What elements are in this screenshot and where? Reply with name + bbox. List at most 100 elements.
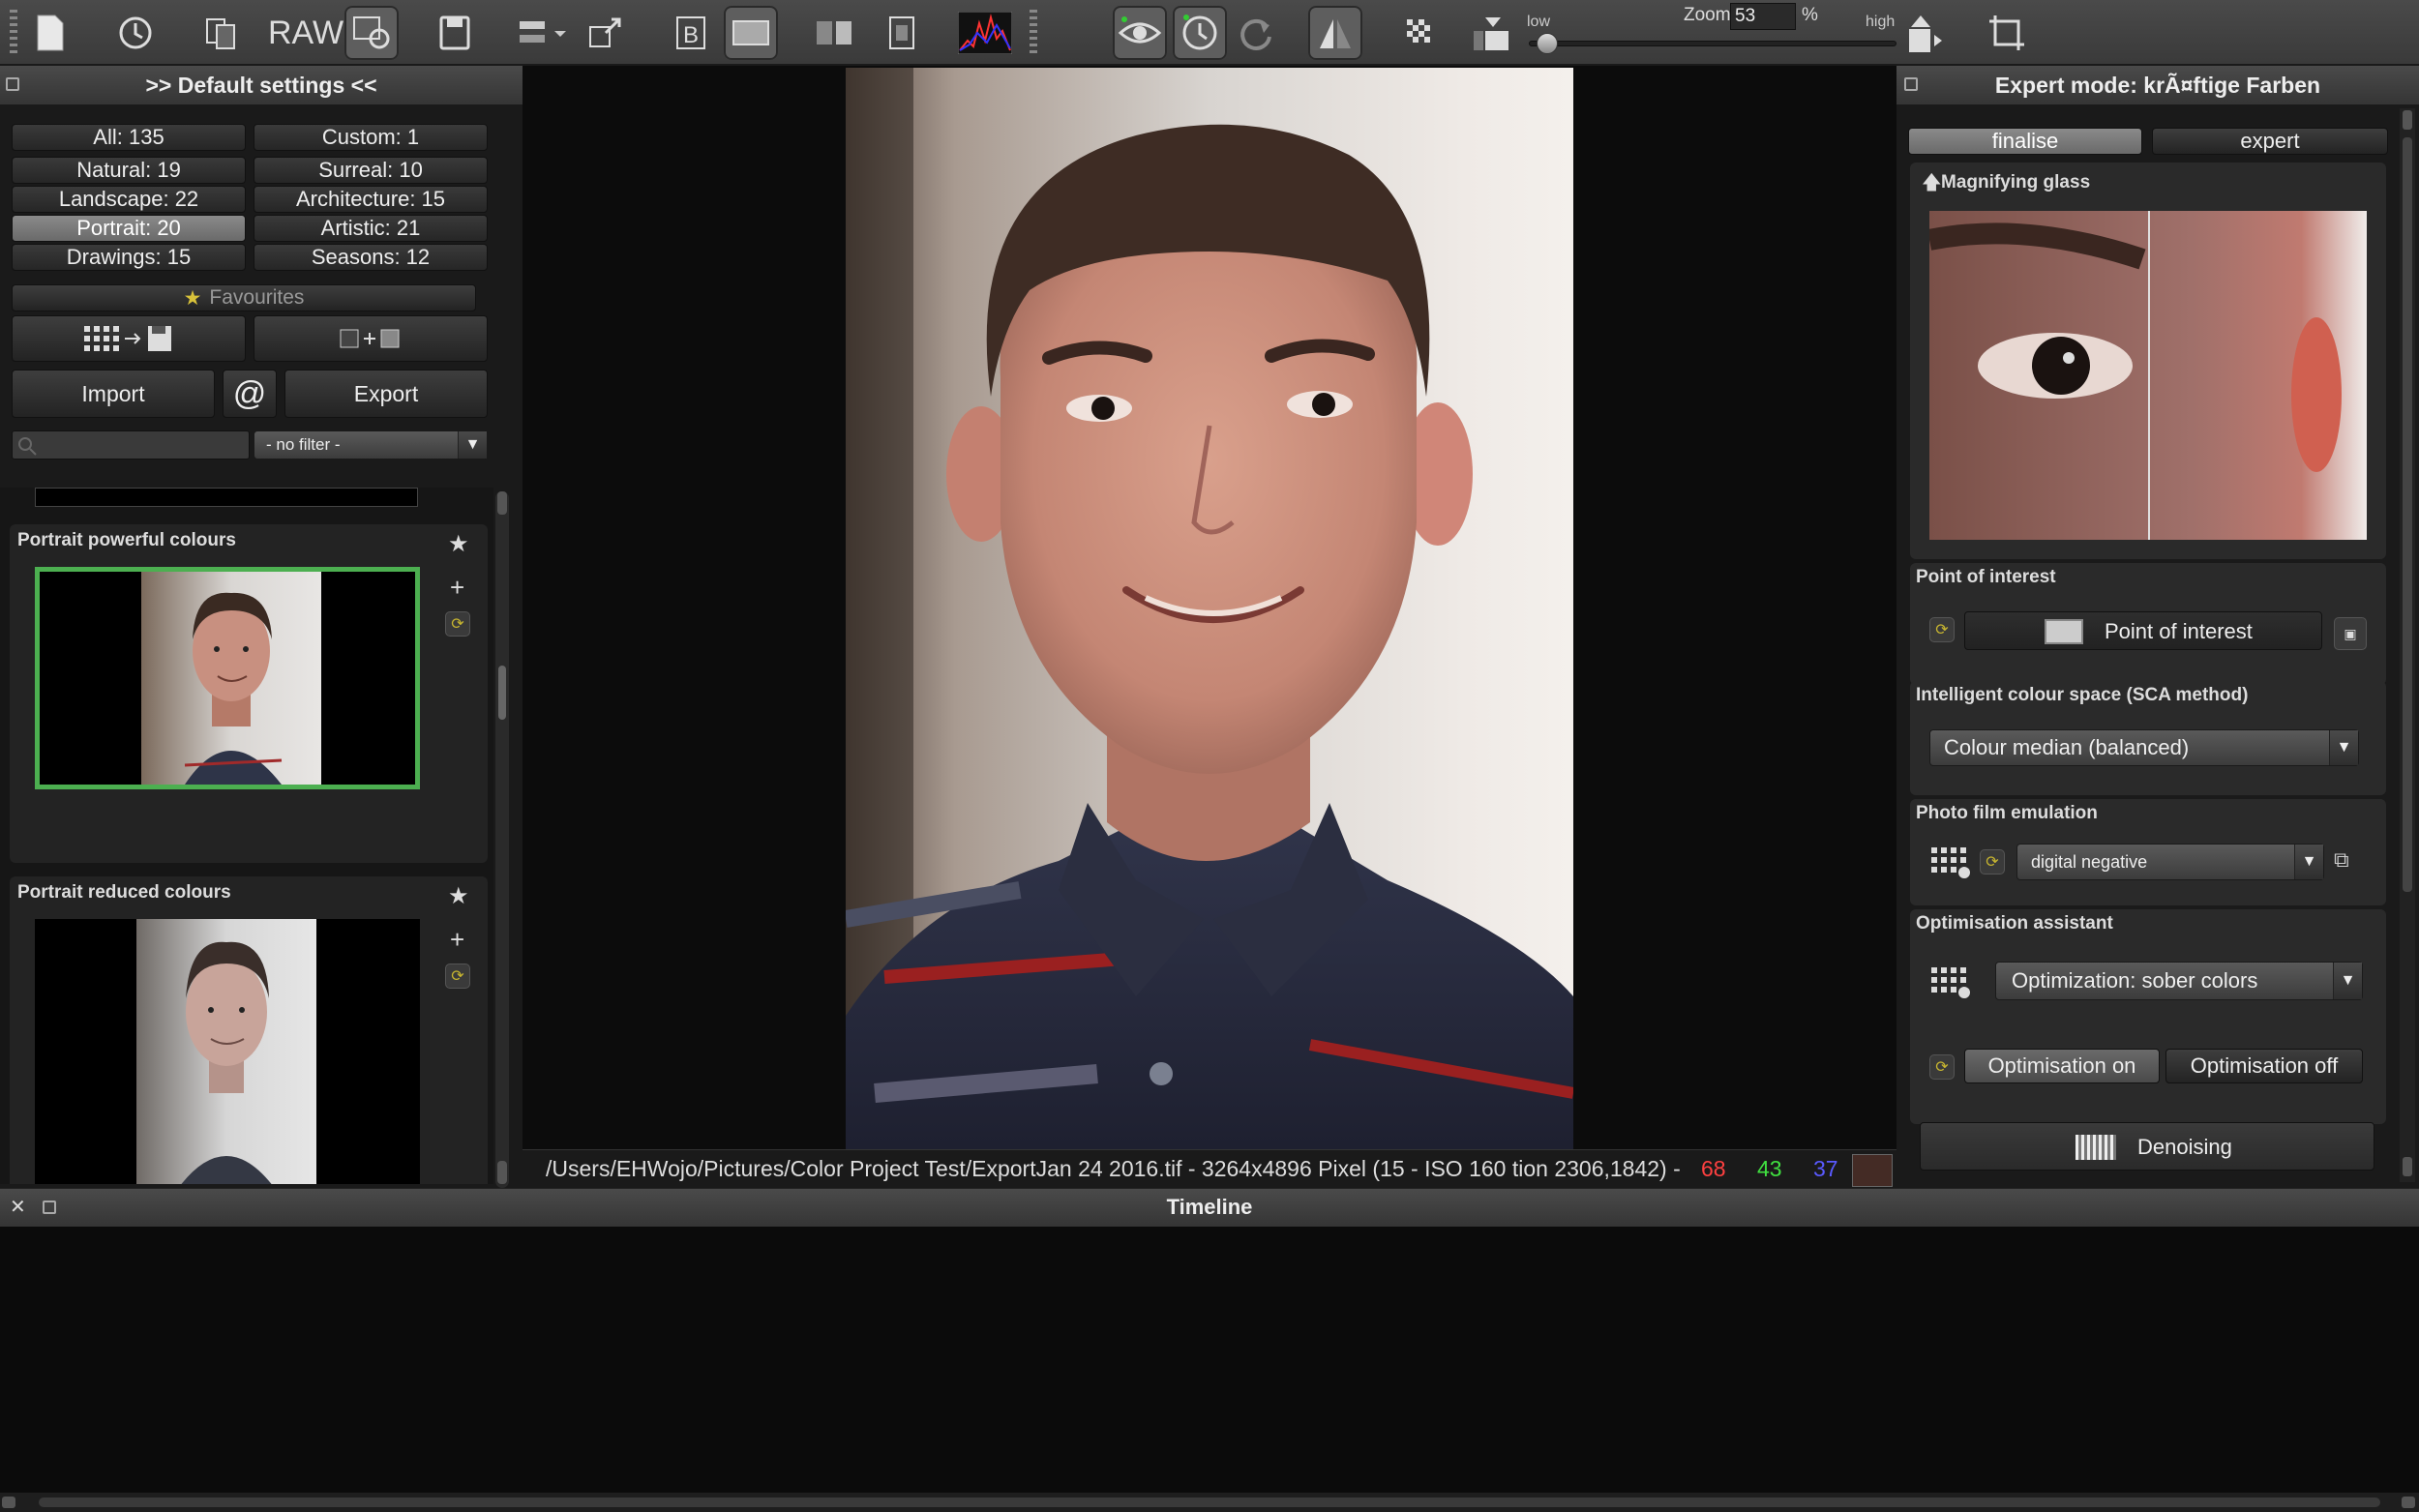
magnifier-label: Magnifying glass [1941, 172, 2091, 193]
toolbar-grip-2[interactable] [1030, 10, 1037, 56]
tab-expert[interactable]: expert [2152, 128, 2388, 155]
batch-settings-icon[interactable] [344, 6, 399, 60]
magnifier-preview[interactable] [1929, 211, 2367, 540]
preset-card-reduced[interactable]: Portrait reduced colours ★ + ⟳ [10, 876, 488, 1184]
refresh-icon[interactable]: ⟳ [445, 611, 470, 637]
detach-icon[interactable] [6, 77, 19, 91]
preset-thumbnail-selected[interactable] [35, 567, 420, 789]
category-button[interactable]: Drawings: 15 [12, 244, 246, 271]
scroll-left-button[interactable] [2, 1497, 15, 1508]
right-scrollbar[interactable] [2400, 108, 2415, 1182]
import-button[interactable]: Import [12, 370, 215, 418]
status-red-value: 68 [1701, 1156, 1726, 1181]
preset-thumbnail[interactable] [35, 919, 420, 1184]
raw-button[interactable]: RAW [268, 6, 343, 60]
preview-eye-icon[interactable] [1113, 6, 1167, 60]
scrollbar-thumb[interactable] [498, 666, 506, 720]
single-view-icon[interactable] [724, 6, 778, 60]
add-to-list-icon[interactable]: + [450, 925, 464, 955]
zoom-slider-track[interactable] [1529, 33, 1896, 54]
copy-settings-icon[interactable] [194, 6, 248, 60]
film-grid-icon[interactable] [1929, 844, 1974, 882]
scroll-down-button[interactable] [497, 1161, 507, 1184]
grid-save-button[interactable] [12, 315, 246, 362]
detach-icon[interactable] [1904, 77, 1918, 91]
zoom-out-icon[interactable] [1469, 6, 1517, 60]
svg-text:B: B [683, 22, 699, 48]
add-preset-button[interactable] [254, 315, 488, 362]
category-button[interactable]: Surreal: 10 [254, 157, 488, 184]
add-to-list-icon[interactable]: + [450, 573, 464, 603]
new-document-icon[interactable] [23, 6, 77, 60]
film-dropdown[interactable]: digital negative ▼ [2016, 844, 2324, 880]
mirror-icon[interactable] [1308, 6, 1362, 60]
chevron-down-icon: ▼ [2329, 730, 2358, 765]
favourite-star-icon[interactable]: ★ [448, 530, 469, 558]
scrollbar-thumb[interactable] [39, 1497, 2380, 1507]
optimisation-on-button[interactable]: Optimisation on [1964, 1049, 2160, 1083]
film-options-icon[interactable]: ⧉ [2334, 847, 2349, 873]
history-icon[interactable] [108, 6, 163, 60]
search-input[interactable] [40, 433, 245, 457]
compare-before-icon[interactable]: B [664, 6, 718, 60]
favourite-star-icon[interactable]: ★ [448, 882, 469, 910]
category-button[interactable]: Landscape: 22 [12, 186, 246, 213]
refresh-icon[interactable]: ⟳ [1929, 617, 1955, 642]
timeline-area[interactable] [0, 1227, 2419, 1493]
scroll-right-button[interactable] [2402, 1497, 2415, 1508]
scroll-down-button[interactable] [2403, 1157, 2412, 1176]
poi-button[interactable]: Point of interest [1964, 611, 2322, 650]
denoising-button[interactable]: Denoising [1920, 1122, 2374, 1171]
chevron-down-icon: ▼ [458, 431, 487, 459]
refresh-icon[interactable]: ⟳ [1980, 849, 2005, 875]
category-button[interactable]: Portrait: 20 [12, 215, 246, 242]
poi-section: Point of interest ⟳ Point of interest ▣ [1910, 563, 2386, 685]
favourites-button[interactable]: ★ Favourites [12, 284, 476, 311]
category-button[interactable]: All: 135 [12, 124, 246, 151]
filter-dropdown[interactable]: - no filter - ▼ [254, 430, 488, 460]
zoom-input[interactable] [1730, 3, 1796, 30]
image-viewer: /Users/EHWojo/Pictures/Color Project Tes… [523, 66, 1896, 1188]
arrow-up-icon[interactable]: 🡅 [1922, 168, 1942, 201]
export-options-icon[interactable] [509, 6, 577, 60]
search-box[interactable] [12, 430, 250, 460]
optimisation-dropdown[interactable]: Optimization: sober colors ▼ [1995, 962, 2363, 1000]
preset-scrollbar[interactable] [495, 491, 509, 1188]
save-icon[interactable] [428, 6, 482, 60]
optimisation-section-title: Optimisation assistant [1916, 913, 2113, 934]
timeline-scrollbar[interactable] [0, 1493, 2419, 1512]
crop-view-icon[interactable] [875, 6, 929, 60]
zoom-slider-thumb[interactable] [1537, 33, 1559, 54]
sca-dropdown[interactable]: Colour median (balanced) ▼ [1929, 729, 2359, 766]
export-button[interactable]: Export [284, 370, 488, 418]
toolbar-grip[interactable] [10, 10, 17, 56]
scroll-up-button[interactable] [2403, 110, 2412, 130]
preset-card-powerful[interactable]: Portrait powerful colours ★ + ⟳ [10, 524, 488, 863]
category-button[interactable]: Natural: 19 [12, 157, 246, 184]
favourites-label: Favourites [209, 286, 305, 309]
redo-icon[interactable] [1229, 6, 1283, 60]
poi-settings-icon[interactable]: ▣ [2334, 617, 2367, 650]
category-button[interactable]: Architecture: 15 [254, 186, 488, 213]
split-view-icon[interactable] [807, 6, 861, 60]
time-machine-icon[interactable] [1173, 6, 1227, 60]
rotate-crop-icon[interactable] [1980, 6, 2034, 60]
refresh-icon[interactable]: ⟳ [1929, 1054, 1955, 1080]
optimisation-grid-icon[interactable] [1929, 964, 1974, 1002]
zoom-in-icon[interactable] [1898, 6, 1947, 60]
main-photo[interactable] [846, 68, 1573, 1149]
tab-finalise[interactable]: finalise [1908, 128, 2142, 155]
histogram-icon[interactable] [956, 6, 1014, 60]
sca-section: Intelligent colour space (SCA method) Co… [1910, 681, 2386, 795]
refresh-icon[interactable]: ⟳ [445, 964, 470, 989]
scrollbar-thumb[interactable] [2403, 137, 2412, 892]
scroll-up-button[interactable] [497, 491, 507, 515]
category-button[interactable]: Custom: 1 [254, 124, 488, 151]
send-to-icon[interactable] [579, 6, 633, 60]
email-button[interactable]: @ [223, 370, 277, 418]
optimisation-off-button[interactable]: Optimisation off [2165, 1049, 2363, 1083]
category-button[interactable]: Seasons: 12 [254, 244, 488, 271]
category-button[interactable]: Artistic: 21 [254, 215, 488, 242]
pixel-grid-icon[interactable] [1391, 6, 1446, 60]
timeline-title: Timeline [1166, 1195, 1253, 1219]
